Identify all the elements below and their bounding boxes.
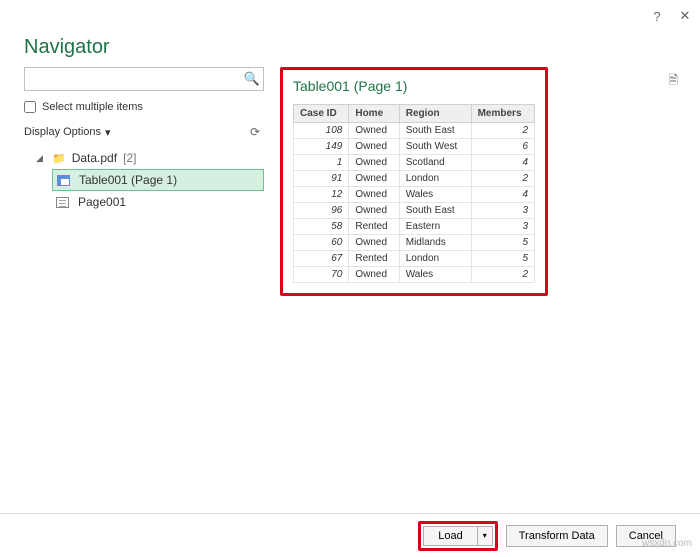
search-input[interactable] bbox=[25, 68, 241, 90]
select-multiple-input[interactable] bbox=[24, 101, 36, 113]
table-cell: Midlands bbox=[399, 235, 471, 251]
table-row[interactable]: 67RentedLondon5 bbox=[294, 251, 535, 267]
dialog-header: Navigator bbox=[0, 32, 700, 67]
table-cell: 3 bbox=[471, 203, 534, 219]
tree-item-label: Page001 bbox=[78, 195, 126, 209]
table-cell: Eastern bbox=[399, 219, 471, 235]
table-row[interactable]: 12OwnedWales4 bbox=[294, 187, 535, 203]
table-cell: 12 bbox=[294, 187, 349, 203]
page-icon bbox=[56, 197, 70, 208]
search-icon[interactable]: 🔍 bbox=[241, 71, 263, 87]
table-cell: 58 bbox=[294, 219, 349, 235]
table-cell: 2 bbox=[471, 123, 534, 139]
table-cell: 70 bbox=[294, 267, 349, 283]
help-icon[interactable]: ? bbox=[650, 9, 664, 24]
dialog-title: Navigator bbox=[24, 36, 676, 59]
select-multiple-checkbox[interactable]: Select multiple items bbox=[24, 101, 264, 113]
table-row[interactable]: 58RentedEastern3 bbox=[294, 219, 535, 235]
table-cell: 149 bbox=[294, 139, 349, 155]
table-row[interactable]: 60OwnedMidlands5 bbox=[294, 235, 535, 251]
table-cell: Owned bbox=[349, 187, 399, 203]
close-icon[interactable]: ✕ bbox=[678, 8, 692, 24]
table-cell: Owned bbox=[349, 155, 399, 171]
table-cell: Owned bbox=[349, 235, 399, 251]
table-row[interactable]: 96OwnedSouth East3 bbox=[294, 203, 535, 219]
load-dropdown-button[interactable]: ▾ bbox=[477, 526, 493, 546]
table-cell: 96 bbox=[294, 203, 349, 219]
table-cell: 2 bbox=[471, 171, 534, 187]
table-cell: 67 bbox=[294, 251, 349, 267]
display-options-label: Display Options bbox=[24, 126, 101, 138]
table-row[interactable]: 70OwnedWales2 bbox=[294, 267, 535, 283]
preview-panel: 🗎 Table001 (Page 1) Case IDHomeRegionMem… bbox=[264, 67, 676, 513]
table-cell: Wales bbox=[399, 267, 471, 283]
table-cell: Owned bbox=[349, 267, 399, 283]
table-cell: South East bbox=[399, 123, 471, 139]
display-options-dropdown[interactable]: Display Options ▾ bbox=[24, 126, 111, 139]
table-cell: 3 bbox=[471, 219, 534, 235]
transform-data-button[interactable]: Transform Data bbox=[506, 525, 608, 547]
table-cell: 1 bbox=[294, 155, 349, 171]
preview-title: Table001 (Page 1) bbox=[293, 78, 535, 94]
navigator-tree: ◢ 📁 Data.pdf [2] Table001 (Page 1) Page00… bbox=[24, 147, 264, 213]
load-button-highlight: Load ▾ bbox=[418, 521, 497, 551]
table-icon bbox=[57, 175, 71, 186]
table-cell: South East bbox=[399, 203, 471, 219]
tree-item-label: Table001 (Page 1) bbox=[79, 173, 177, 187]
load-button[interactable]: Load bbox=[423, 526, 476, 546]
table-cell: South West bbox=[399, 139, 471, 155]
table-cell: 2 bbox=[471, 267, 534, 283]
search-box[interactable]: 🔍 bbox=[24, 67, 264, 91]
dialog-footer: Load ▾ Transform Data Cancel bbox=[0, 513, 700, 557]
navigator-panel: 🔍 Select multiple items Display Options … bbox=[24, 67, 264, 513]
table-header-cell[interactable]: Members bbox=[471, 105, 534, 123]
folder-icon: 📁 bbox=[52, 152, 66, 165]
select-multiple-label: Select multiple items bbox=[42, 101, 143, 113]
table-row[interactable]: 91OwnedLondon2 bbox=[294, 171, 535, 187]
table-row[interactable]: 1OwnedScotland4 bbox=[294, 155, 535, 171]
table-cell: Owned bbox=[349, 203, 399, 219]
tree-root-count: [2] bbox=[123, 151, 136, 165]
tree-root-label: Data.pdf bbox=[72, 151, 117, 165]
table-cell: Scotland bbox=[399, 155, 471, 171]
preview-table: Case IDHomeRegionMembers 108OwnedSouth E… bbox=[293, 104, 535, 283]
table-cell: Rented bbox=[349, 251, 399, 267]
table-cell: 91 bbox=[294, 171, 349, 187]
chevron-down-icon: ▾ bbox=[105, 126, 111, 139]
table-cell: Owned bbox=[349, 139, 399, 155]
table-cell: Wales bbox=[399, 187, 471, 203]
table-header-cell[interactable]: Region bbox=[399, 105, 471, 123]
table-cell: 5 bbox=[471, 251, 534, 267]
table-cell: 4 bbox=[471, 187, 534, 203]
preview-highlight: Table001 (Page 1) Case IDHomeRegionMembe… bbox=[280, 67, 548, 296]
tree-item[interactable]: Table001 (Page 1) bbox=[52, 169, 264, 191]
table-header-cell[interactable]: Case ID bbox=[294, 105, 349, 123]
table-cell: Owned bbox=[349, 171, 399, 187]
tree-root-node[interactable]: ◢ 📁 Data.pdf [2] bbox=[24, 147, 264, 169]
table-cell: Owned bbox=[349, 123, 399, 139]
table-cell: 6 bbox=[471, 139, 534, 155]
table-cell: 5 bbox=[471, 235, 534, 251]
tree-caret-icon[interactable]: ◢ bbox=[36, 153, 46, 164]
table-cell: London bbox=[399, 171, 471, 187]
table-row[interactable]: 108OwnedSouth East2 bbox=[294, 123, 535, 139]
cancel-button[interactable]: Cancel bbox=[616, 525, 676, 547]
refresh-icon[interactable]: ⟳ bbox=[250, 125, 260, 139]
table-header-cell[interactable]: Home bbox=[349, 105, 399, 123]
table-cell: 108 bbox=[294, 123, 349, 139]
table-cell: 60 bbox=[294, 235, 349, 251]
tree-item[interactable]: Page001 bbox=[52, 191, 264, 213]
export-icon[interactable]: 🗎 bbox=[668, 71, 678, 92]
window-titlebar: ? ✕ bbox=[0, 0, 700, 32]
table-row[interactable]: 149OwnedSouth West6 bbox=[294, 139, 535, 155]
table-cell: 4 bbox=[471, 155, 534, 171]
table-cell: Rented bbox=[349, 219, 399, 235]
table-cell: London bbox=[399, 251, 471, 267]
